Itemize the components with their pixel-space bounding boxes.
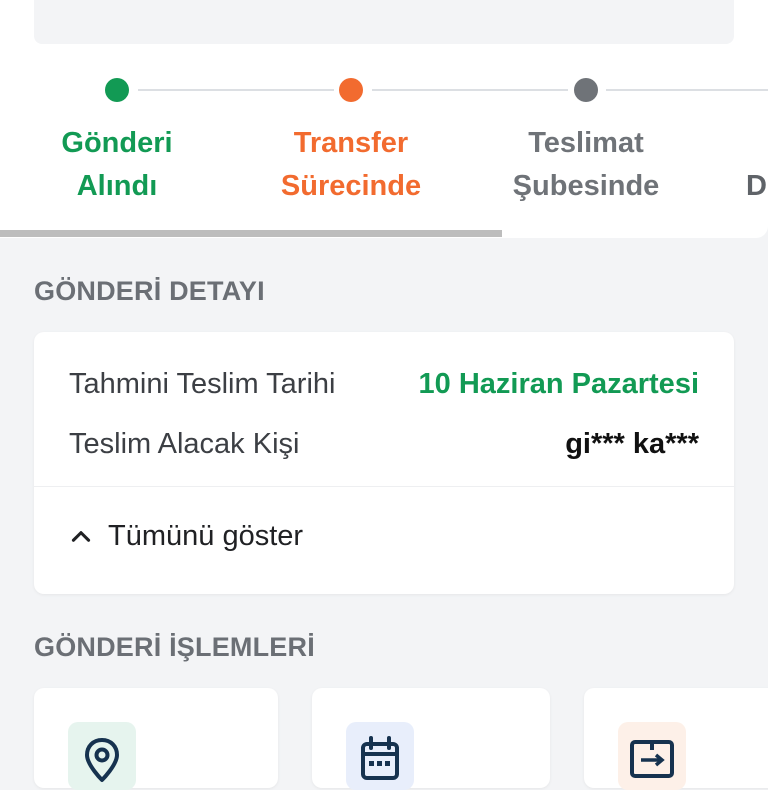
tracker-connector <box>606 89 768 91</box>
divider <box>34 486 734 487</box>
chevron-up-icon <box>71 530 91 542</box>
step-label-at-branch: Teslimat Şubesinde <box>512 127 660 202</box>
shipment-tracker: Gönderi Alındı Transfer Sürecinde Teslim… <box>0 0 768 238</box>
section-title-actions: GÖNDERİ İŞLEMLERİ <box>34 632 315 662</box>
step-dot-received <box>105 78 129 102</box>
estimated-delivery-value: 10 Haziran Pazartesi <box>418 368 699 400</box>
location-icon-box <box>68 722 136 790</box>
show-all-button[interactable]: Tümünü göster <box>68 520 303 553</box>
tracker-connector <box>138 89 334 91</box>
action-card-transfer[interactable] <box>584 688 768 790</box>
recipient-value: gi*** ka*** <box>565 428 699 460</box>
step-label-delivered: D <box>746 170 767 202</box>
transfer-icon-box <box>618 722 686 790</box>
horizontal-scrollbar[interactable] <box>0 230 502 237</box>
step-dot-in-transfer <box>339 78 363 102</box>
recipient-label: Teslim Alacak Kişi <box>69 428 300 460</box>
location-pin-icon <box>85 738 119 782</box>
action-card-calendar[interactable] <box>312 688 550 790</box>
estimated-delivery-label: Tahmini Teslim Tarihi <box>69 368 336 400</box>
section-title-detail: GÖNDERİ DETAYI <box>34 276 265 306</box>
step-dot-at-branch <box>574 78 598 102</box>
action-card-location[interactable] <box>34 688 278 790</box>
calendar-icon <box>361 736 399 780</box>
detail-card: Tahmini Teslim Tarihi 10 Haziran Pazarte… <box>34 332 734 594</box>
search-field[interactable] <box>34 0 734 44</box>
tracker-connector <box>372 89 568 91</box>
show-all-label: Tümünü göster <box>108 520 304 552</box>
step-label-in-transfer: Transfer Sürecinde <box>280 127 422 202</box>
transfer-icon <box>630 740 674 778</box>
calendar-icon-box <box>346 722 414 790</box>
step-label-received: Gönderi Alındı <box>61 127 173 202</box>
